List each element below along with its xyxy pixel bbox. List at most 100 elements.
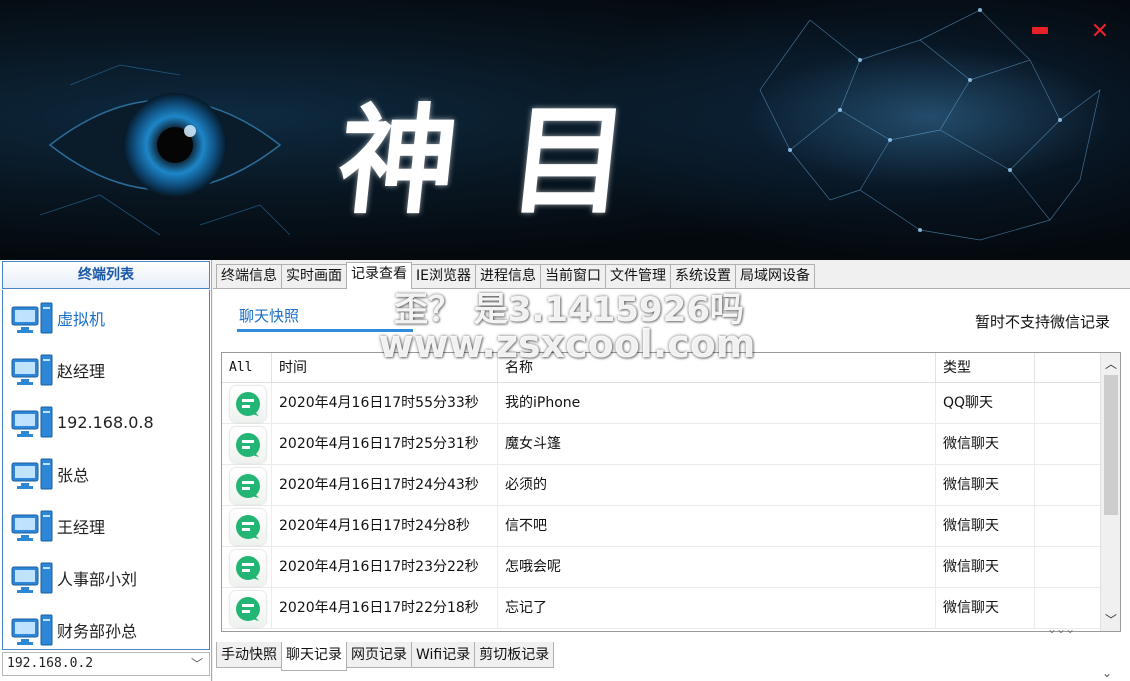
chat-bubble-icon xyxy=(230,427,266,463)
chevron-down-icon: ﹀ xyxy=(190,657,203,671)
terminal-label: 赵经理 xyxy=(57,362,106,381)
records-panel: 聊天快照 暂时不支持微信记录 All 时间 名称 类型 2020年4月16日17… xyxy=(213,288,1130,681)
terminal-label: 财务部孙总 xyxy=(57,622,138,641)
row-name: 我的iPhone xyxy=(498,383,936,424)
tab-terminal-info[interactable]: 终端信息 xyxy=(216,264,282,288)
chat-icon-cell xyxy=(222,506,272,547)
table-scrollbar[interactable]: ︿ ﹀ xyxy=(1100,353,1120,631)
row-time: 2020年4月16日17时23分22秒 xyxy=(272,547,498,588)
row-name: 信不吧 xyxy=(498,506,936,547)
terminal-item[interactable]: 张总 xyxy=(11,454,89,494)
terminal-label: 虚拟机 xyxy=(57,310,106,329)
chat-icon-cell xyxy=(222,547,272,588)
column-header-name[interactable]: 名称 xyxy=(498,353,936,383)
row-type: 微信聊天 xyxy=(936,506,1035,547)
row-type: 微信聊天 xyxy=(936,588,1035,629)
tab-ie-browser[interactable]: IE浏览器 xyxy=(411,264,476,288)
computer-icon xyxy=(11,405,53,439)
tab-web-records[interactable]: 网页记录 xyxy=(346,642,412,668)
subtab-underline xyxy=(237,329,413,332)
table-header: All 时间 名称 类型 xyxy=(222,353,1100,383)
row-name: 怎哦会呢 xyxy=(498,547,936,588)
scroll-down-icon[interactable]: ﹀ xyxy=(1101,611,1120,629)
row-time: 2020年4月16日17时22分18秒 xyxy=(272,588,498,629)
terminal-panel: 终端列表 虚拟机 赵经理 192.168.0.8 张总 王经理 人事部小刘 财务… xyxy=(0,260,212,681)
tab-file-manager[interactable]: 文件管理 xyxy=(604,264,671,288)
chat-bubble-icon xyxy=(230,468,266,504)
main-tabs: 终端信息 实时画面 记录查看 IE浏览器 进程信息 当前窗口 文件管理 系统设置… xyxy=(216,262,815,289)
row-time: 2020年4月16日17时24分43秒 xyxy=(272,465,498,506)
column-header-type[interactable]: 类型 xyxy=(936,353,1035,383)
minimize-button[interactable] xyxy=(1030,22,1050,42)
tab-records[interactable]: 记录查看 xyxy=(346,262,412,289)
terminal-label: 人事部小刘 xyxy=(57,570,138,589)
scrollbar-thumb[interactable] xyxy=(1104,375,1118,515)
computer-icon xyxy=(11,509,53,543)
terminal-list-header: 终端列表 xyxy=(2,261,210,289)
row-name: 忘记了 xyxy=(498,588,936,629)
row-time: 2020年4月16日17时24分8秒 xyxy=(272,506,498,547)
row-name: 必须的 xyxy=(498,465,936,506)
column-header-time[interactable]: 时间 xyxy=(272,353,498,383)
table-row[interactable]: 2020年4月16日17时55分33秒 我的iPhone QQ聊天 xyxy=(222,383,1100,424)
computer-icon xyxy=(11,457,53,491)
chat-icon-cell xyxy=(222,465,272,506)
table-row[interactable]: 2020年4月16日17时22分18秒 忘记了 微信聊天 xyxy=(222,588,1100,629)
subtab-chat-snapshot[interactable]: 聊天快照 xyxy=(239,305,299,326)
computer-icon xyxy=(11,301,53,335)
terminal-list: 虚拟机 赵经理 192.168.0.8 张总 王经理 人事部小刘 财务部孙总 xyxy=(2,290,210,650)
terminal-item[interactable]: 王经理 xyxy=(11,506,105,546)
tab-manual-snapshot[interactable]: 手动快照 xyxy=(216,642,282,668)
scroll-up-icon[interactable]: ︿ xyxy=(1101,355,1120,373)
tab-wifi-records[interactable]: Wifi记录 xyxy=(411,642,476,668)
row-type: QQ聊天 xyxy=(936,383,1035,424)
close-button[interactable]: ✕ xyxy=(1090,21,1110,43)
chat-icon-cell xyxy=(222,588,272,629)
chat-bubble-icon xyxy=(230,591,266,627)
tab-process-info[interactable]: 进程信息 xyxy=(474,264,541,288)
chat-records-table: All 时间 名称 类型 2020年4月16日17时55分33秒 我的iPhon… xyxy=(221,352,1121,632)
terminal-item[interactable]: 虚拟机 xyxy=(11,298,105,338)
terminal-label: 王经理 xyxy=(57,518,106,537)
chat-bubble-icon xyxy=(230,550,266,586)
tab-lan-devices[interactable]: 局域网设备 xyxy=(734,264,815,288)
table-row[interactable]: 2020年4月16日17时24分8秒 信不吧 微信聊天 xyxy=(222,506,1100,547)
terminal-label: 192.168.0.8 xyxy=(57,412,154,432)
terminal-item[interactable]: 192.168.0.8 xyxy=(11,402,154,442)
ip-select-value: 192.168.0.2 xyxy=(7,656,94,671)
ip-select[interactable]: 192.168.0.2 ﹀ xyxy=(2,652,210,676)
tab-clipboard-records[interactable]: 剪切板记录 xyxy=(474,642,555,668)
collapse-chevrons-icon[interactable]: ⌄⌄⌄ xyxy=(1047,622,1075,636)
computer-icon xyxy=(11,561,53,595)
row-name: 魔女斗篷 xyxy=(498,424,936,465)
tab-current-window[interactable]: 当前窗口 xyxy=(539,264,606,288)
record-type-tabs: 手动快照 聊天记录 网页记录 Wifi记录 剪切板记录 xyxy=(216,642,555,671)
row-type: 微信聊天 xyxy=(936,465,1035,506)
terminal-item[interactable]: 人事部小刘 xyxy=(11,558,137,598)
tab-chat-records[interactable]: 聊天记录 xyxy=(281,642,347,671)
tab-settings[interactable]: 系统设置 xyxy=(669,264,736,288)
wechat-notice: 暂时不支持微信记录 xyxy=(975,313,1111,331)
table-row[interactable]: 2020年4月16日17时24分43秒 必须的 微信聊天 xyxy=(222,465,1100,506)
chat-bubble-icon xyxy=(230,386,266,422)
terminal-label: 张总 xyxy=(57,466,90,485)
chat-bubble-icon xyxy=(230,509,266,545)
resize-chevron-icon: ⌄ xyxy=(1102,666,1113,680)
chat-icon-cell xyxy=(222,424,272,465)
column-header-all[interactable]: All xyxy=(222,353,272,383)
row-type: 微信聊天 xyxy=(936,424,1035,465)
terminal-item[interactable]: 财务部孙总 xyxy=(11,610,138,649)
row-time: 2020年4月16日17时25分31秒 xyxy=(272,424,498,465)
tab-live-view[interactable]: 实时画面 xyxy=(281,264,347,288)
terminal-item[interactable]: 赵经理 xyxy=(11,350,105,390)
table-row[interactable]: 2020年4月16日17时23分22秒 怎哦会呢 微信聊天 xyxy=(222,547,1100,588)
row-time: 2020年4月16日17时55分33秒 xyxy=(272,383,498,424)
banner: 神 目 ✕ xyxy=(0,0,1130,260)
table-row[interactable]: 2020年4月16日17时25分31秒 魔女斗篷 微信聊天 xyxy=(222,424,1100,465)
app-window: 神 目 ✕ 终端列表 虚拟机 赵经理 192.168.0.8 张总 王经理 人事… xyxy=(0,0,1130,681)
eye-graphic xyxy=(40,64,290,236)
app-title-text: 神 目 xyxy=(331,91,642,230)
chat-icon-cell xyxy=(222,383,272,424)
app-title: 神 目 xyxy=(332,55,642,230)
row-type: 微信聊天 xyxy=(936,547,1035,588)
